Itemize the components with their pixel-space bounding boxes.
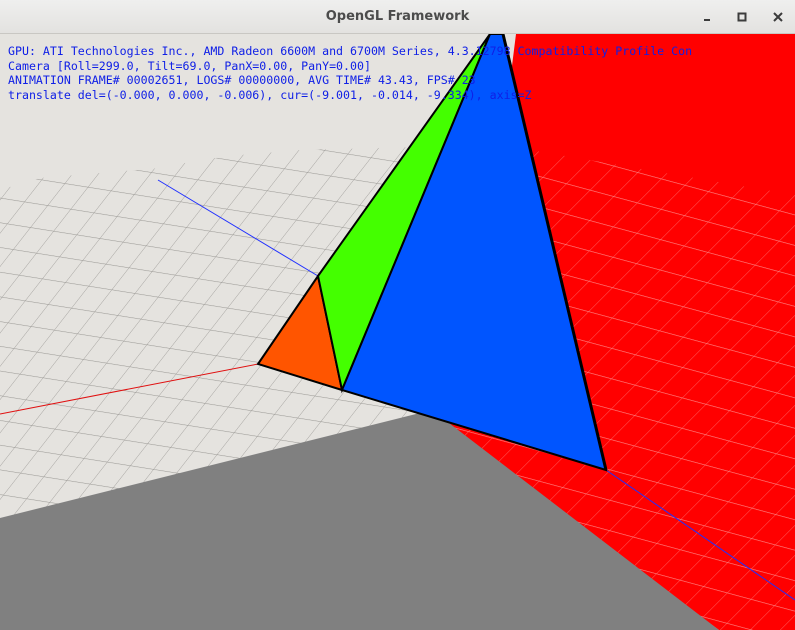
- minimize-icon: [704, 19, 710, 21]
- scene-svg: [0, 34, 795, 630]
- hud-translate-line: translate del=(-0.000, 0.000, -0.006), c…: [8, 88, 532, 103]
- close-icon: [773, 12, 783, 22]
- opengl-viewport[interactable]: [0, 34, 795, 630]
- hud-animation-line: ANIMATION FRAME# 00002651, LOGS# 0000000…: [8, 73, 476, 88]
- app-window: OpenGL Framework GPU: ATI Technologies I…: [0, 0, 795, 630]
- minimize-button[interactable]: [697, 7, 717, 27]
- hud-overlay: GPU: ATI Technologies Inc., AMD Radeon 6…: [8, 44, 795, 103]
- hud-gpu-line: GPU: ATI Technologies Inc., AMD Radeon 6…: [8, 44, 693, 58]
- maximize-button[interactable]: [732, 7, 752, 27]
- window-title: OpenGL Framework: [325, 9, 470, 24]
- close-button[interactable]: [768, 7, 788, 27]
- hud-camera-line: Camera [Roll=299.0, Tilt=69.0, PanX=0.00…: [8, 58, 371, 73]
- title-bar[interactable]: OpenGL Framework: [0, 0, 795, 34]
- maximize-icon: [737, 12, 747, 22]
